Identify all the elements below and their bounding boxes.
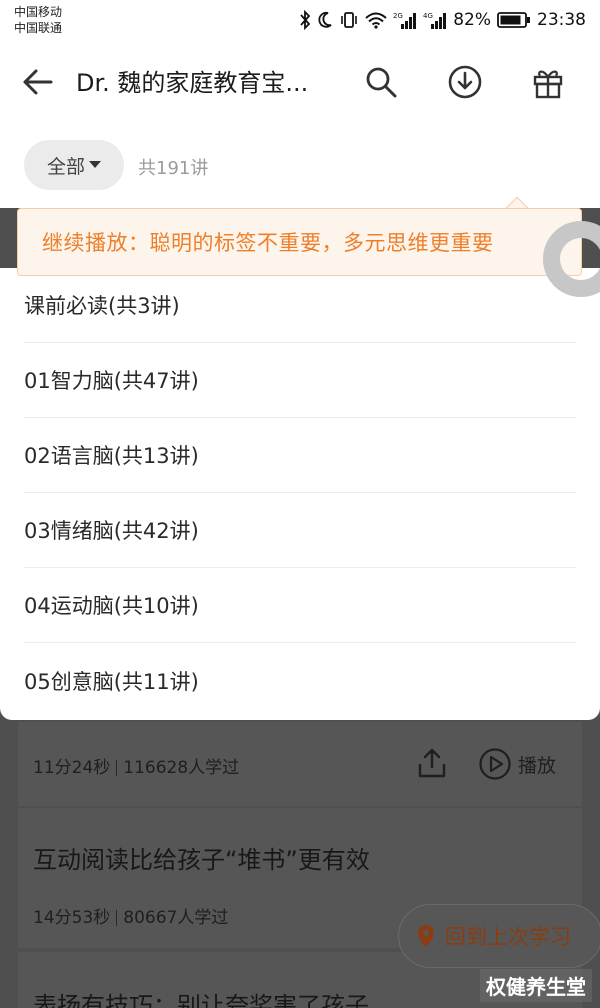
lesson-title: 表扬有技巧：别让夸奖害了孩子 xyxy=(33,992,369,1008)
carrier-2: 中国联通 xyxy=(14,21,63,35)
category-dropdown-panel: 课前必读(共3讲) 01智力脑(共47讲) 02语言脑(共13讲) 03情绪脑(… xyxy=(0,268,600,720)
back-button[interactable] xyxy=(20,66,56,98)
battery-icon xyxy=(497,11,531,29)
lesson-meta: 14分53秒 80667人学过 xyxy=(33,903,228,928)
wifi-icon xyxy=(365,11,387,29)
category-option[interactable]: 03情绪脑(共42讲) xyxy=(24,493,576,568)
lesson-meta: 11分24秒 116628人学过 xyxy=(33,753,239,778)
search-button[interactable] xyxy=(361,62,401,102)
share-button[interactable] xyxy=(414,743,450,783)
category-option[interactable]: 05创意脑(共11讲) xyxy=(24,643,576,718)
search-icon xyxy=(366,67,397,98)
category-option[interactable]: 04运动脑(共10讲) xyxy=(24,568,576,643)
gift-icon xyxy=(533,70,563,99)
lesson-learners: 116628人学过 xyxy=(123,758,240,778)
play-button[interactable]: 播放 xyxy=(478,742,556,786)
carrier-1: 中国移动 xyxy=(14,5,63,19)
lesson-total-count: 共191讲 xyxy=(138,158,209,179)
share-icon xyxy=(418,748,446,778)
carrier-info: 中国移动 中国联通 xyxy=(14,4,62,36)
continue-play-tooltip[interactable]: 继续播放：聪明的标签不重要，多元思维更重要 xyxy=(17,208,582,276)
svg-text:4G: 4G xyxy=(423,12,433,20)
lesson-title: 互动阅读比给孩子“堆书”更有效 xyxy=(33,846,370,874)
filter-bar: 全部 共191讲 xyxy=(0,124,600,208)
location-pin-icon xyxy=(418,925,434,947)
page-title: Dr. 魏的家庭教育宝... xyxy=(76,69,309,97)
play-label: 播放 xyxy=(518,754,557,777)
battery-percent: 82% xyxy=(453,10,491,30)
play-circle-icon xyxy=(479,748,511,780)
watermark: 权健养生堂 xyxy=(480,969,592,1002)
category-option[interactable]: 课前必读(共3讲) xyxy=(24,268,576,343)
status-icons: 2G 4G 82% 23:38 xyxy=(299,8,586,32)
lesson-duration: 14分53秒 xyxy=(33,908,111,928)
download-icon xyxy=(448,65,482,99)
do-not-disturb-moon-icon xyxy=(317,11,333,29)
lesson-learners: 80667人学过 xyxy=(123,908,229,928)
lesson-duration: 11分24秒 xyxy=(33,758,111,778)
svg-text:2G: 2G xyxy=(393,12,403,20)
signal-2g-icon: 2G xyxy=(393,10,417,30)
vibrate-icon xyxy=(339,11,359,29)
status-bar: 中国移动 中国联通 2G 4G 82% 23:38 xyxy=(0,0,600,40)
return-to-last-study-button[interactable]: 回到上次学习 xyxy=(398,904,600,968)
top-app-bar: Dr. 魏的家庭教育宝... xyxy=(0,40,600,124)
category-filter-dropdown[interactable]: 全部 xyxy=(24,140,124,190)
gift-button[interactable] xyxy=(528,62,568,102)
category-option[interactable]: 01智力脑(共47讲) xyxy=(24,343,576,418)
continue-play-text: 继续播放：聪明的标签不重要，多元思维更重要 xyxy=(42,231,494,255)
caret-down-icon xyxy=(89,161,101,168)
bluetooth-icon xyxy=(299,10,311,30)
back-arrow-icon xyxy=(23,69,53,95)
clock-time: 23:38 xyxy=(537,10,586,30)
download-button[interactable] xyxy=(445,62,485,102)
return-label: 回到上次学习 xyxy=(445,925,571,949)
category-option[interactable]: 02语言脑(共13讲) xyxy=(24,418,576,493)
category-filter-label: 全部 xyxy=(46,155,85,178)
signal-4g-icon: 4G xyxy=(423,10,447,30)
